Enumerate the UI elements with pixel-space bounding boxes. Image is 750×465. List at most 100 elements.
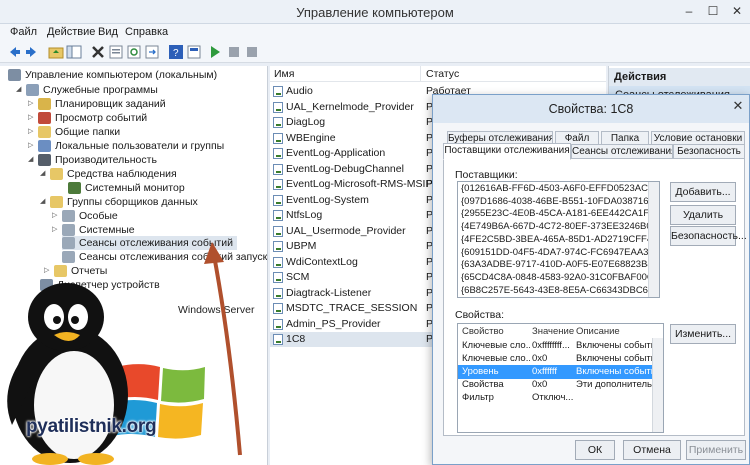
collapse-icon[interactable]: ◢ — [40, 167, 48, 181]
props-col-value[interactable]: Значение — [532, 326, 574, 337]
minimize-button[interactable]: – — [678, 1, 700, 21]
trace-session-icon — [273, 194, 283, 206]
expand-icon[interactable]: ▷ — [28, 139, 36, 153]
ok-button[interactable]: ОК — [575, 440, 615, 460]
provider-security-button[interactable]: Безопасность... — [670, 226, 747, 246]
folder-icon — [50, 196, 63, 208]
props-col-property[interactable]: Свойство — [462, 326, 504, 337]
up-folder-icon[interactable] — [48, 44, 64, 60]
property-description: Включены событи... — [576, 353, 652, 364]
console-tree-icon[interactable] — [66, 44, 82, 60]
list-row-name: UBPM — [286, 240, 317, 252]
apply-button[interactable]: Применить — [686, 440, 746, 460]
provider-item[interactable]: {63A3ADBE-9717-410D-A0F5-E07E68823B4D} — [461, 259, 659, 270]
start-icon[interactable] — [207, 44, 223, 60]
list-row-name: EventLog-Microsoft-RMS-MSIP... — [286, 178, 440, 190]
folder-icon — [50, 168, 63, 180]
add-button[interactable]: Добавить... — [670, 182, 736, 202]
expand-icon[interactable]: ▷ — [52, 223, 60, 237]
expand-icon[interactable]: ▷ — [52, 209, 60, 223]
provider-item[interactable]: {2955E23C-4E0B-45CA-A181-6EE442CA1FC0} — [461, 208, 659, 219]
window-title: Управление компьютером — [296, 5, 454, 20]
monitor-icon — [68, 182, 81, 194]
property-name: Свойства — [462, 379, 504, 390]
provider-item[interactable]: {4E749B6A-667D-4C72-80EF-373EE3246B08} — [461, 221, 659, 232]
list-row-name: SCM — [286, 271, 310, 283]
list-row-name: WdiContextLog — [286, 255, 358, 268]
list-row-name: UAL_Usermode_Provider — [286, 224, 406, 237]
refresh-icon[interactable] — [126, 44, 142, 60]
expand-icon[interactable]: ▷ — [28, 111, 36, 125]
remove-button[interactable]: Удалить — [670, 205, 736, 225]
property-row[interactable]: Уровень 0xffffff Включены событи... — [458, 365, 663, 379]
trace-session-icon — [273, 179, 283, 190]
property-value: Отключ... — [532, 392, 574, 403]
tree-event-trace-sessions[interactable]: Сеансы отслеживания событий Сеансы отсле… — [62, 236, 237, 250]
properties-table[interactable]: Свойство Значение Описание Ключевые сло.… — [457, 323, 664, 433]
column-name[interactable]: Имя — [274, 68, 294, 80]
column-divider[interactable] — [420, 66, 421, 82]
stop-alt-icon[interactable] — [244, 44, 260, 60]
property-value: 0x0 — [532, 379, 548, 390]
trace-session-icon — [273, 163, 283, 175]
help-icon[interactable]: ? — [168, 44, 184, 60]
trace-session-icon — [273, 241, 283, 252]
provider-item[interactable]: {609151DD-04F5-4DA7-974C-FC6947EAA323} — [461, 247, 659, 258]
edit-button[interactable]: Изменить... — [670, 324, 736, 344]
collapse-icon[interactable]: ◢ — [40, 195, 48, 209]
expand-icon[interactable]: ▷ — [28, 97, 36, 111]
property-row[interactable]: Фильтр Отключ... — [458, 391, 663, 405]
list-row-name: Admin_PS_Provider — [286, 317, 381, 330]
tools-icon — [26, 84, 39, 96]
props-scrollbar[interactable] — [652, 338, 663, 432]
collector-icon — [62, 237, 75, 249]
collector-icon — [62, 210, 75, 222]
property-row[interactable]: Свойства 0x0 Эти дополнительн... — [458, 378, 663, 392]
properties-icon[interactable] — [108, 44, 124, 60]
back-icon[interactable] — [6, 44, 22, 60]
property-name: Фильтр — [462, 392, 494, 403]
trace-session-icon — [273, 86, 283, 97]
forward-icon[interactable] — [24, 44, 40, 60]
provider-item[interactable]: {65CD4C8A-0848-4583-92A0-31C0FBAF00C0} — [461, 272, 659, 283]
menu-file[interactable]: Файл — [10, 26, 37, 38]
close-button[interactable]: ✕ — [726, 1, 748, 21]
cancel-button[interactable]: Отмена — [623, 440, 681, 460]
performance-icon — [38, 154, 51, 166]
stop-icon[interactable] — [226, 44, 242, 60]
view-icon[interactable] — [186, 44, 202, 60]
toolbar: ? — [0, 41, 750, 63]
collapse-icon[interactable]: ◢ — [16, 83, 24, 97]
menu-help[interactable]: Справка — [125, 26, 168, 38]
providers-scrollbar[interactable] — [648, 182, 659, 297]
providers-list[interactable]: {012616AB-FF6D-4503-A6F0-EFFD0523ACE6} {0… — [457, 181, 660, 298]
provider-item[interactable]: {097D1686-4038-46BE-B551-10FDA0387165} — [461, 196, 657, 207]
column-status[interactable]: Статус — [426, 68, 459, 80]
props-col-description[interactable]: Описание — [576, 326, 620, 337]
export-icon[interactable] — [144, 44, 160, 60]
trace-session-icon — [273, 225, 283, 237]
collapse-icon[interactable]: ◢ — [28, 153, 36, 167]
trace-session-icon — [273, 272, 283, 283]
property-row[interactable]: Ключевые сло...0x0 Включены событи... — [458, 352, 663, 366]
trace-session-icon — [273, 318, 283, 330]
property-name: Ключевые сло... — [462, 340, 530, 351]
property-row[interactable]: Ключевые сло... 0xffffffff... Включены соб… — [458, 339, 663, 353]
collector-icon — [62, 224, 75, 236]
property-description: Включены событи... — [576, 366, 652, 377]
title-bar: Управление компьютером – ☐ ✕ — [0, 0, 750, 24]
delete-icon[interactable] — [90, 44, 106, 60]
menu-view[interactable]: Вид — [98, 26, 118, 38]
provider-item[interactable]: {012616AB-FF6D-4503-A6F0-EFFD0523ACE6} — [461, 183, 659, 194]
maximize-button[interactable]: ☐ — [702, 1, 724, 21]
list-row-name: DiagLog — [286, 116, 326, 128]
menu-bar: Файл Действие Вид Справка — [0, 24, 750, 41]
menu-action[interactable]: Действие — [47, 26, 95, 38]
watermark: pyatilistnik.org — [26, 416, 157, 437]
property-value: 0xffffff — [532, 366, 558, 377]
provider-item[interactable]: {6B8C257E-5643-43E8-8E5A-C66343DBC650} — [461, 285, 659, 296]
provider-item[interactable]: {4FE2C5BD-3BEA-465A-85D1-AD2719CFF4AF} — [461, 234, 659, 245]
tab-trace-providers[interactable]: Поставщики отслеживания — [443, 143, 571, 160]
expand-icon[interactable]: ▷ — [28, 125, 36, 139]
dialog-close-button[interactable]: ✕ — [728, 97, 748, 115]
